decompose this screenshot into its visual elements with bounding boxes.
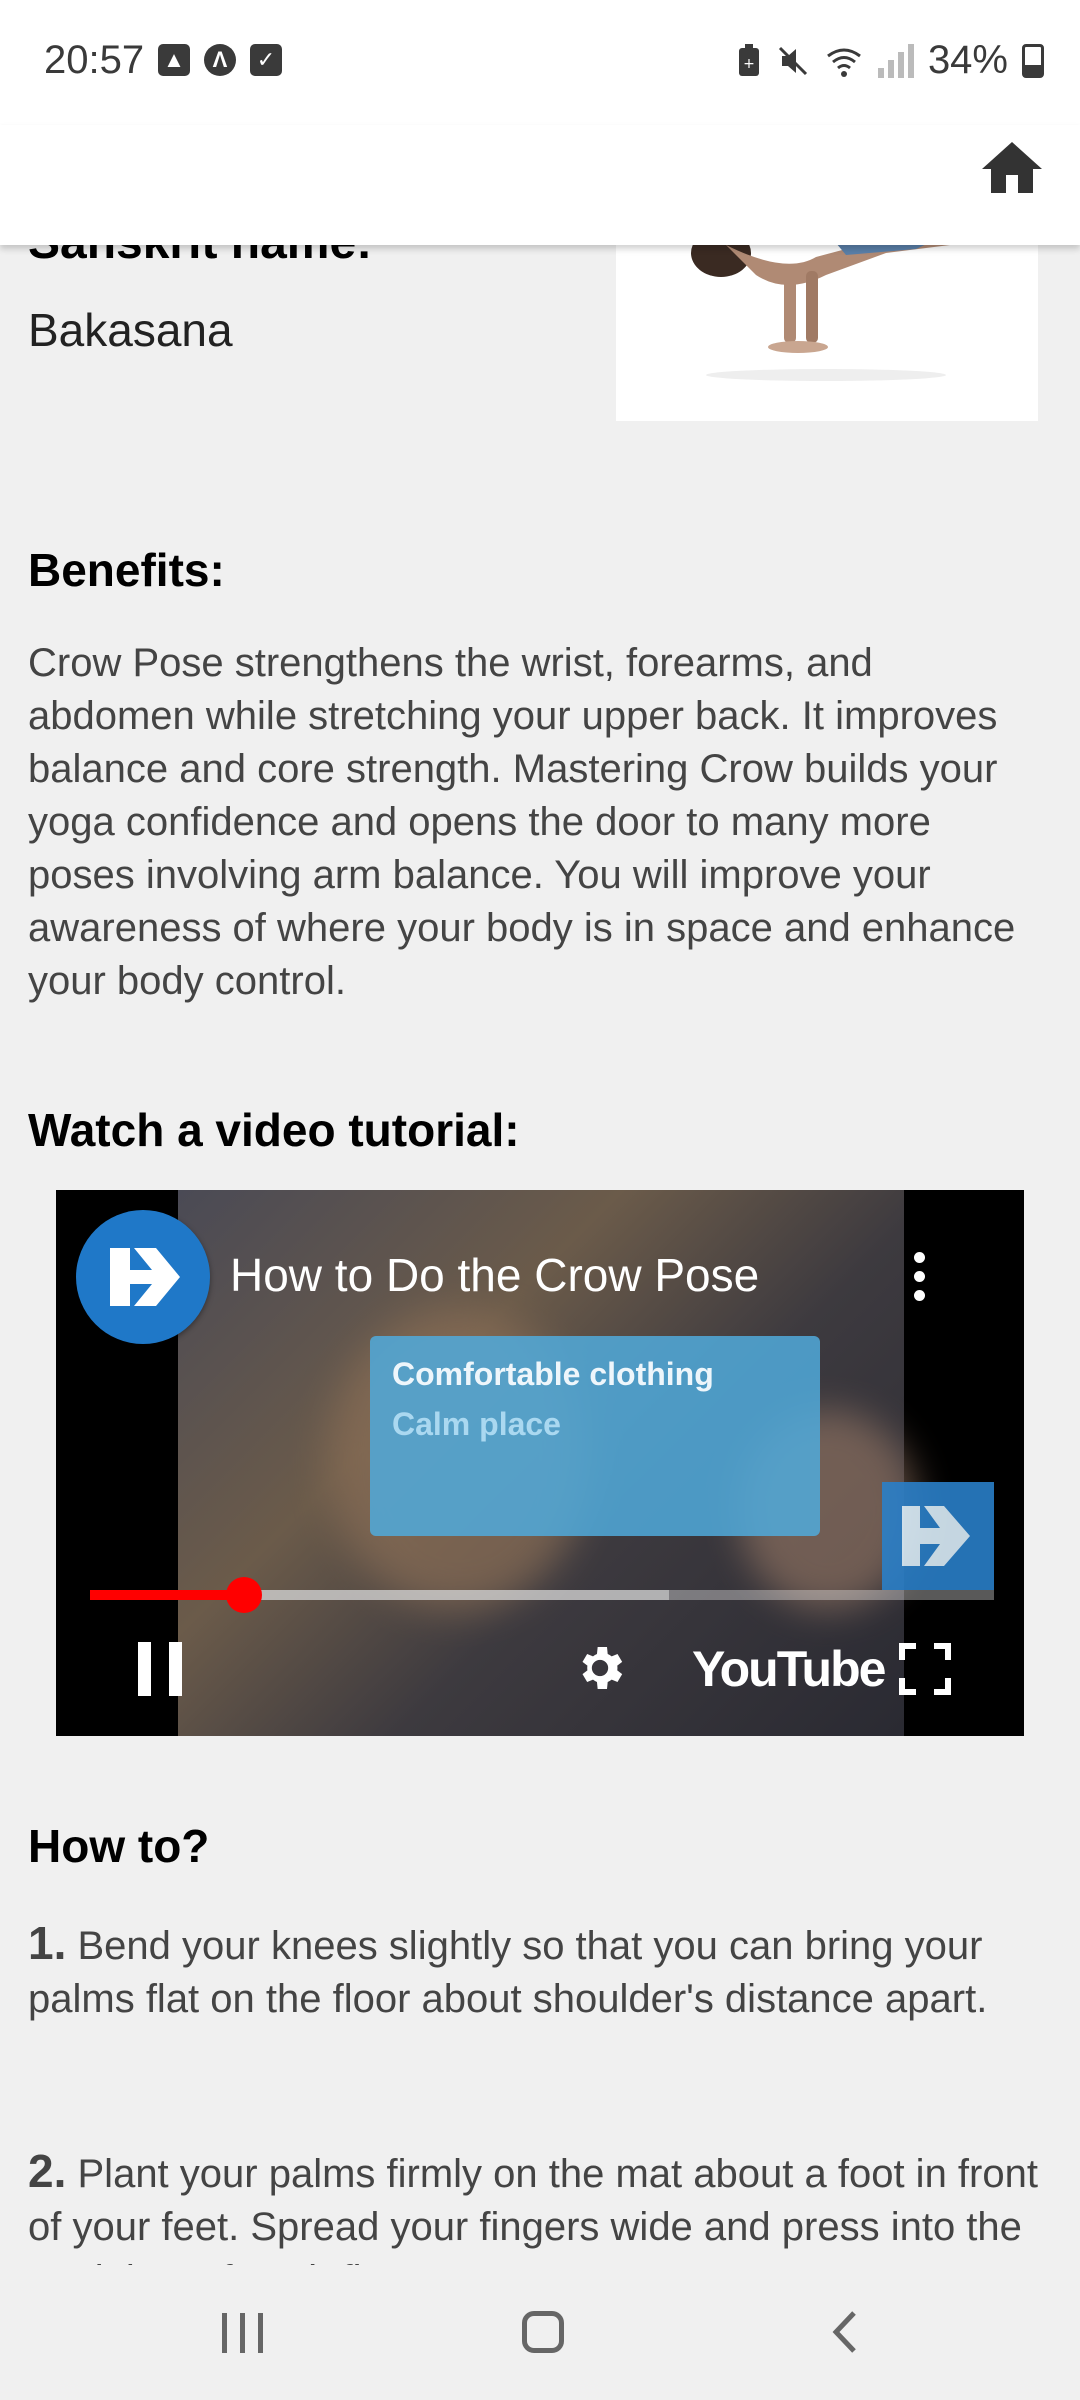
step-number: 2. [28, 2145, 67, 2197]
channel-logo-icon [110, 1248, 180, 1306]
gallery-icon: ▲ [158, 44, 190, 76]
howto-heading: How to? [28, 1820, 210, 1872]
video-overlay-card: Comfortable clothing Calm place [370, 1336, 820, 1536]
benefits-text: Crow Pose strengthens the wrist, forearm… [28, 641, 1016, 1003]
step-item: 2. Plant your palms firmly on the mat ab… [28, 2145, 1058, 2265]
home-icon[interactable] [976, 133, 1048, 205]
svg-text:+: + [743, 56, 755, 72]
benefits-heading: Benefits: [28, 544, 225, 596]
battery-saver-icon: + [738, 43, 759, 76]
progress-played [90, 1590, 244, 1600]
more-options-icon[interactable] [914, 1252, 926, 1304]
app-notification-icon: Λ [204, 44, 236, 76]
fullscreen-icon[interactable] [898, 1642, 952, 1696]
notification-icons: ▲ Λ ✓ [158, 44, 282, 76]
pose-image [616, 245, 1038, 421]
pose-detail-content: Sanskrit name: Bakasana Benefits: Crow P… [0, 245, 1080, 2265]
step-text: Plant your palms firmly on the mat about… [28, 2152, 1038, 2265]
wifi-icon [827, 48, 861, 77]
card-line-2: Calm place [392, 1406, 561, 1442]
progress-bar[interactable] [90, 1577, 994, 1613]
step-item: 1. Bend your knees slightly so that you … [28, 1917, 1058, 2026]
system-nav-bar [0, 2265, 1080, 2400]
channel-logo[interactable] [76, 1210, 210, 1344]
watermark-icon [902, 1506, 970, 1566]
settings-gear-icon[interactable] [572, 1640, 628, 1696]
battery-icon [1022, 43, 1044, 78]
progress-scrubber[interactable] [225, 1577, 262, 1613]
back-icon[interactable] [826, 2309, 866, 2355]
status-right: + 34% [736, 38, 1044, 83]
video-title[interactable]: How to Do the Crow Pose [230, 1248, 759, 1302]
app-bar [0, 125, 1080, 245]
video-heading: Watch a video tutorial: [28, 1104, 520, 1156]
step-text: Bend your knees slightly so that you can… [28, 1924, 988, 2021]
step-number: 1. [28, 1917, 67, 1969]
home-nav-button[interactable] [522, 2311, 564, 2353]
crow-pose-illustration [691, 245, 950, 381]
status-bar: 20:57 ▲ Λ ✓ + 34% [0, 0, 1080, 125]
battery-percent: 34% [927, 38, 1008, 82]
channel-watermark[interactable] [882, 1482, 994, 1590]
status-time: 20:57 [44, 38, 145, 82]
sanskrit-label: Sanskrit name: [28, 245, 372, 270]
video-player[interactable]: Comfortable clothing Calm place How to D… [56, 1190, 1024, 1736]
signal-icon [877, 43, 914, 78]
mute-icon [778, 46, 807, 75]
sanskrit-name: Bakasana [28, 304, 233, 356]
card-line-1: Comfortable clothing [392, 1356, 714, 1392]
pause-button[interactable] [138, 1642, 182, 1696]
checkbox-icon: ✓ [250, 44, 282, 76]
recents-button[interactable] [222, 2313, 263, 2353]
youtube-logo[interactable]: YouTube [692, 1640, 886, 1698]
